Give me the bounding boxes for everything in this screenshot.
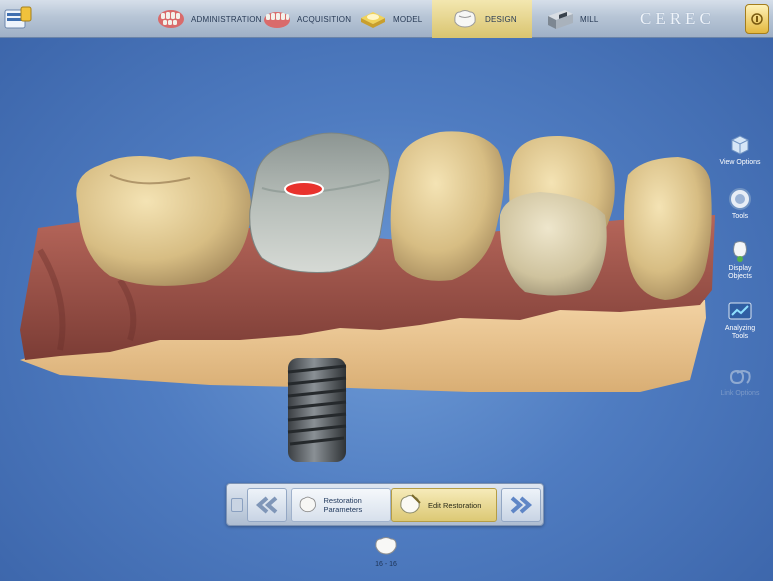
restoration-parameters-icon — [299, 496, 316, 513]
double-chevron-right-icon — [510, 496, 533, 514]
tools-wheel-icon — [729, 188, 751, 210]
administration-teeth-icon — [158, 10, 184, 28]
sidebar-item-analyzing-tools[interactable]: Analyzing Tools — [718, 298, 762, 341]
step-mill[interactable]: MILL — [545, 0, 599, 38]
natural-tooth — [624, 157, 712, 300]
analyzing-tools-icon — [728, 302, 752, 320]
tooth-selector[interactable]: 16 - 16 — [368, 535, 404, 568]
double-chevron-left-icon — [255, 496, 278, 514]
step-model-label: MODEL — [393, 14, 423, 24]
phase-label: Restoration Parameters — [323, 496, 363, 514]
next-phase-button[interactable] — [501, 488, 541, 522]
sidebar-item-label: Display Objects — [728, 265, 752, 280]
phase-edit-restoration[interactable]: Edit Restoration — [391, 488, 497, 522]
sidebar-item-label: Tools — [731, 213, 749, 220]
step-mill-label: MILL — [580, 14, 599, 24]
help-button[interactable] — [745, 4, 769, 34]
step-administration-label: ADMINISTRATION — [191, 14, 262, 24]
display-objects-icon — [733, 241, 747, 262]
step-acquisition[interactable]: ACQUISITION — [262, 0, 351, 38]
view-options-cube-icon — [731, 135, 749, 155]
molar-tooth-icon — [375, 537, 397, 555]
natural-tooth — [499, 192, 607, 296]
step-acquisition-label: ACQUISITION — [297, 14, 352, 24]
sidebar-item-label: Analyzing Tools — [724, 325, 756, 340]
brand-wordmark: CEREC — [640, 9, 715, 28]
sidebar-item-display-objects[interactable]: Display Objects — [718, 238, 762, 281]
model-icon — [361, 12, 385, 28]
navigation-collapse-toggle[interactable] — [231, 498, 243, 512]
natural-tooth — [76, 156, 251, 286]
step-administration[interactable]: ADMINISTRATION — [156, 0, 262, 38]
sidebar-item-view-options[interactable]: View Options — [718, 132, 762, 167]
phase-label: Edit Restoration — [428, 500, 482, 510]
phase-navigation: Restoration Parameters Edit Restoration — [226, 483, 544, 526]
sidebar-item-label: Link Options — [720, 390, 760, 397]
workflow-bar: ADMINISTRATION ACQUISITION MODEL DESIGN — [0, 0, 773, 38]
step-model[interactable]: MODEL — [358, 0, 422, 38]
acquisition-teeth-icon — [264, 12, 290, 28]
design-crown-icon — [454, 10, 476, 28]
cerec-app-logo-icon[interactable] — [3, 4, 33, 34]
tooth-selector-label: 16 - 16 — [375, 561, 397, 568]
sidebar-item-link-options: Link Options — [718, 363, 762, 398]
link-options-icon — [729, 369, 751, 385]
step-design[interactable]: DESIGN — [432, 0, 532, 38]
previous-phase-button[interactable] — [247, 488, 287, 522]
help-icon — [751, 13, 763, 25]
edit-restoration-icon — [400, 494, 421, 514]
sidebar-item-tools[interactable]: Tools — [718, 186, 762, 221]
sidebar-item-label: View Options — [719, 159, 761, 166]
contact-marker — [284, 181, 324, 197]
milling-unit-icon — [548, 10, 573, 29]
crown-restoration[interactable] — [249, 132, 390, 273]
step-design-label: DESIGN — [485, 14, 517, 24]
implant-screw — [287, 358, 347, 462]
phase-restoration-parameters[interactable]: Restoration Parameters — [291, 488, 391, 522]
